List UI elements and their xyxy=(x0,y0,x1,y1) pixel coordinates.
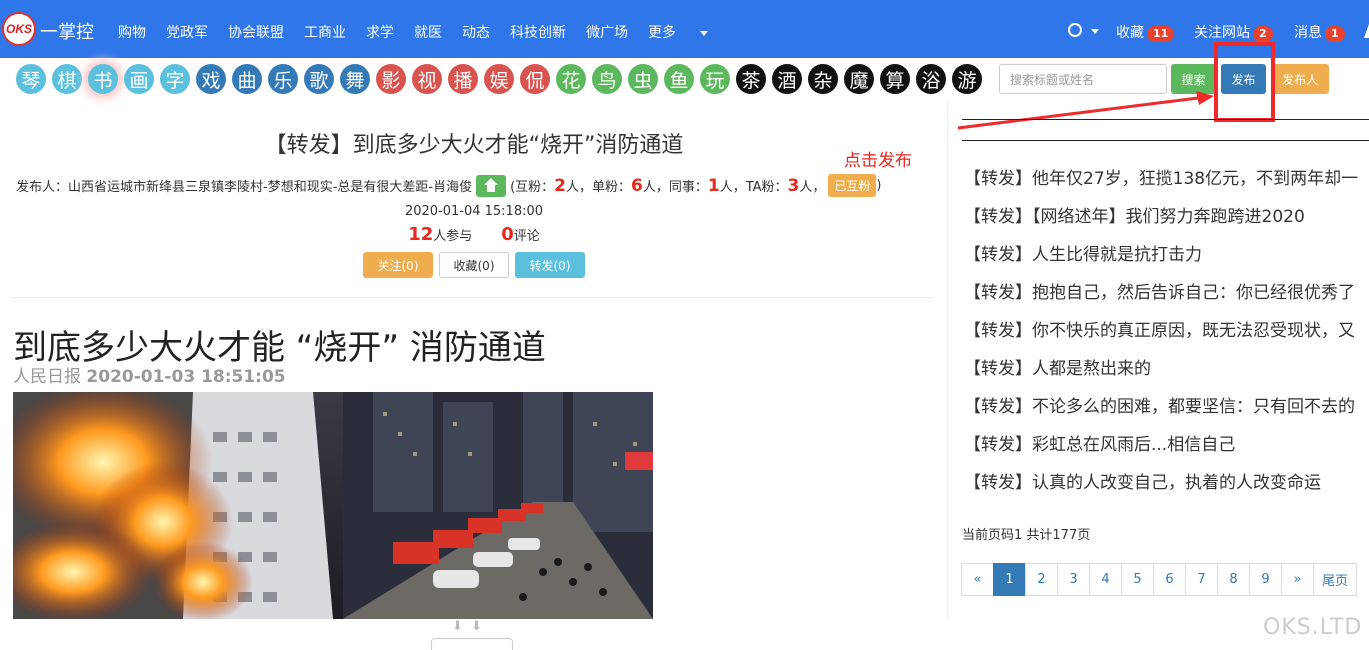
single-count: 6 xyxy=(631,175,643,196)
participants-count: 12 xyxy=(408,224,434,245)
article-time: 2020-01-03 18:51:05 xyxy=(86,367,286,387)
post-datetime: 2020-01-04 15:18:00 xyxy=(404,204,544,219)
already-mutual-badge[interactable]: 已互粉 xyxy=(828,174,877,197)
home-icon[interactable] xyxy=(476,174,507,197)
page-info: 当前页码1 共计177页 xyxy=(962,528,1091,543)
sidebar-list: 【转发】他年仅27岁，狂揽138亿元，不到两年却一 【转发】【网络述年】我们努力奔… xyxy=(964,167,1369,509)
page-link[interactable]: 7 xyxy=(1185,563,1218,596)
publisher-info: 发布人：山西省运城市新绛县三泉镇李陵村-梦想和现实-总是有很大差距-肖海俊 (互… xyxy=(16,174,882,197)
publisher-name[interactable]: 发布人：山西省运城市新绛县三泉镇李陵村-梦想和现实-总是有很大差距-肖海俊 xyxy=(16,176,472,195)
list-item[interactable]: 【转发】【网络述年】我们努力奔跑跨进2020 xyxy=(964,205,1369,243)
follow-button[interactable]: 关注(0) xyxy=(363,252,433,278)
divider xyxy=(12,297,932,298)
sidebar-rule-1 xyxy=(962,119,1369,120)
list-item[interactable]: 【转发】抱抱自己，然后告诉自己：你已经很优秀了 xyxy=(964,281,1369,319)
post-stats: 12人参与 0评论 xyxy=(408,224,540,245)
list-item[interactable]: 【转发】他年仅27岁，狂揽138亿元，不到两年却一 xyxy=(964,167,1369,205)
page-link[interactable]: » xyxy=(1281,563,1314,596)
page-link[interactable]: 2 xyxy=(1025,563,1058,596)
page-link[interactable]: 4 xyxy=(1089,563,1122,596)
column-divider xyxy=(947,100,948,620)
list-item[interactable]: 【转发】人生比得就是抗打击力 xyxy=(964,243,1369,281)
sidebar-rule-2 xyxy=(962,140,1369,141)
page-link[interactable]: « xyxy=(961,563,994,596)
load-more-button[interactable] xyxy=(431,638,513,650)
page-link[interactable]: 3 xyxy=(1057,563,1090,596)
post-title: 【转发】到底多少大火才能“烧开”消防通道 xyxy=(264,133,684,158)
article-photo xyxy=(13,392,653,619)
list-item[interactable]: 【转发】人都是熬出来的 xyxy=(964,357,1369,395)
list-item[interactable]: 【转发】认真的人改变自己，执着的人改变命运 xyxy=(964,471,1369,509)
watermark: OKS.LTD xyxy=(1263,615,1363,640)
comments-count: 0 xyxy=(501,224,514,245)
page-link[interactable]: 5 xyxy=(1121,563,1154,596)
forward-button[interactable]: 转发(0) xyxy=(515,252,585,278)
collect-button[interactable]: 收藏(0) xyxy=(439,252,509,278)
scroll-down-icon[interactable]: ⬇ ⬇ xyxy=(452,619,482,634)
post-actions: 关注(0) 收藏(0) 转发(0) xyxy=(363,252,585,278)
page-link[interactable]: 9 xyxy=(1249,563,1282,596)
page-link[interactable]: 1 xyxy=(993,563,1026,596)
page-link[interactable]: 8 xyxy=(1217,563,1250,596)
list-item[interactable]: 【转发】不论多么的困难，都要坚信：只有回不去的 xyxy=(964,395,1369,433)
annotation-text: 点击发布 xyxy=(844,151,912,171)
ta-count: 3 xyxy=(787,175,800,196)
mutual-count: 2 xyxy=(554,175,566,196)
page-link[interactable]: 6 xyxy=(1153,563,1186,596)
pagination: «1 2 3 4 5 6 7 8 9» 尾页 xyxy=(961,563,1358,596)
list-item[interactable]: 【转发】彩虹总在风雨后...相信自己 xyxy=(964,433,1369,471)
article-source: 人民日报 2020-01-03 18:51:05 xyxy=(13,367,286,387)
page-link[interactable]: 尾页 xyxy=(1313,563,1358,596)
colleague-count: 1 xyxy=(707,175,720,196)
list-item[interactable]: 【转发】你不快乐的真正原因，既无法忍受现状，又 xyxy=(964,319,1369,357)
